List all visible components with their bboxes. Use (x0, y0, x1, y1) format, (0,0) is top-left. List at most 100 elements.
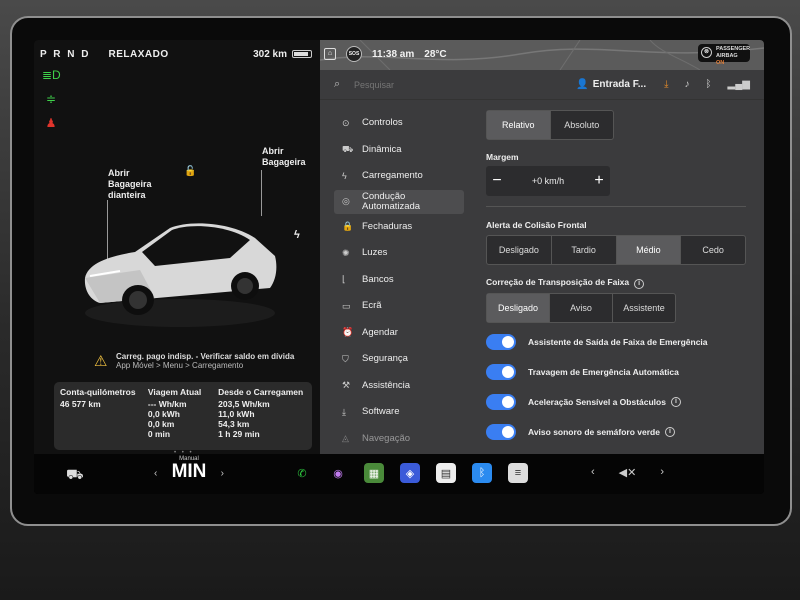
option-médio[interactable]: Médio (616, 236, 682, 264)
current-trip-label: Viagem Atual (147, 387, 202, 397)
search-input[interactable] (354, 79, 494, 90)
bluetooth-icon[interactable]: ᛒ (706, 79, 712, 90)
decrease-button[interactable]: − (486, 172, 508, 190)
sidebar-item-navigation[interactable]: ◬ Navegação (334, 426, 464, 453)
navigation-app-icon[interactable]: ◈ (400, 463, 420, 483)
sidebar-item-download[interactable]: ⤓ Software (334, 399, 464, 426)
option-assistente[interactable]: Assistente (613, 294, 675, 322)
sidebar-item-label: Luzes (362, 247, 388, 259)
lock-icon[interactable]: 🔓 (184, 166, 196, 177)
lane-correction-selector[interactable]: Desligado Aviso Assistente (486, 293, 676, 323)
steering-wheel-icon: ◎ (342, 196, 350, 206)
sidebar-item-sun[interactable]: ✺ Luzes (334, 240, 464, 267)
wrench-icon: ⚒ (342, 380, 351, 391)
headlight-icon: ≣D (42, 68, 61, 82)
option-relativo[interactable]: Relativo (487, 111, 551, 139)
range-readout: 302 km (253, 48, 287, 60)
since-charge-time: 1 h 29 min (218, 429, 260, 439)
info-icon[interactable]: i (664, 427, 675, 437)
airbag-icon: ⊗ (701, 47, 712, 58)
current-trip-energy: 0,0 kWh (147, 409, 180, 419)
settings-nav: ⊙ Controlos ⛟ Dinâmica ϟ Carregamento ◎ Conduçã… (334, 110, 464, 452)
search-icon[interactable]: ⌕ (334, 78, 348, 91)
option-aviso[interactable]: Aviso (550, 294, 613, 322)
current-trip-rate: --- Wh/km (147, 399, 187, 409)
fcw-selector[interactable]: Desligado Tardio Médio Cedo (486, 235, 746, 265)
chevron-right-icon[interactable]: › (221, 468, 224, 479)
toggle-switch[interactable] (486, 334, 516, 350)
toggle-knob (502, 426, 514, 438)
margin-stepper[interactable]: − +0 km/h + (486, 166, 610, 196)
option-tardio[interactable]: Tardio (552, 236, 617, 264)
toggle-knob (502, 336, 514, 348)
battery-icon (292, 50, 312, 58)
toggle-row: Aviso sonoro de semáforo verde i (486, 417, 746, 447)
download-icon[interactable]: ⤓ (664, 79, 668, 90)
option-absoluto[interactable]: Absoluto (551, 111, 614, 139)
current-trip-distance: 0,0 km (147, 419, 175, 429)
sidebar-item-label: Navegação (362, 432, 411, 444)
toggle-list: Assistente de Saída de Faixa de Emergênc… (486, 327, 746, 447)
car-model-image (84, 223, 277, 327)
car-icon[interactable]: ⛟ (66, 466, 84, 485)
download-icon: ⤓ (342, 406, 346, 417)
settings-panel: ⌕ 👤 Entrada F... ⤓ ♪ ᛒ ▂▄▆ ⊙ Controlos ⛟ Di… (320, 70, 764, 454)
sidebar-item-shield[interactable]: ⛉ Segurança (334, 346, 464, 373)
chevron-left-icon[interactable]: ‹ (591, 466, 595, 479)
toybox-app-icon[interactable]: ▦ (364, 463, 384, 483)
warning-icon: ⚠ (94, 353, 108, 370)
since-charge-label: Desde o Carregamen (218, 387, 304, 397)
sidebar-item-toggle[interactable]: ⊙ Controlos (334, 110, 464, 137)
camera-app-icon[interactable]: ◉ (328, 463, 348, 483)
charge-port-icon[interactable]: ϟ (294, 230, 300, 241)
front-trunk-button[interactable]: Abrir Bagageira dianteira (108, 168, 152, 201)
sidebar-item-lock[interactable]: 🔒 Fechaduras (334, 214, 464, 241)
bolt-icon: ϟ (342, 171, 347, 182)
info-icon[interactable]: i (634, 279, 645, 289)
airbag-line1: PASSENGER (716, 46, 751, 52)
bluetooth-app-icon[interactable]: ᛒ (472, 463, 492, 483)
sidebar-item-steering-wheel[interactable]: ◎ Condução Automatizada (334, 189, 464, 214)
bell-icon[interactable]: ♪ (685, 79, 690, 90)
alarm-clock-icon: ⏰ (342, 327, 354, 338)
phone-app-icon[interactable]: ✆ (292, 463, 312, 483)
toggle-switch[interactable] (486, 424, 516, 440)
lock-icon[interactable]: ⌂ (324, 48, 336, 60)
increase-button[interactable]: + (588, 172, 610, 190)
toggle-row: Travagem de Emergência Automática (486, 357, 746, 387)
sidebar-item-alarm-clock[interactable]: ⏰ Agendar (334, 320, 464, 347)
dashcam-app-icon[interactable]: ≡ (508, 463, 528, 483)
toggle-switch[interactable] (486, 394, 516, 410)
lane-correction-label: Correção de Transposição de Faixa (486, 277, 630, 287)
sidebar-item-bolt[interactable]: ϟ Carregamento (334, 163, 464, 190)
sidebar-item-label: Fechaduras (362, 220, 413, 232)
sidebar-item-car[interactable]: ⛟ Dinâmica (334, 137, 464, 164)
sos-icon[interactable]: SOS (346, 46, 362, 62)
calendar-app-icon[interactable]: ▤ (436, 463, 456, 483)
option-desligado[interactable]: Desligado (487, 236, 552, 264)
volume-control[interactable]: ‹ ◀✕ › (591, 466, 664, 479)
profile-button[interactable]: 👤 Entrada F... (576, 79, 646, 90)
trip-card[interactable]: Conta-quilómetros 46 577 km Viagem Atual… (54, 382, 312, 450)
toggle-switch[interactable] (486, 364, 516, 380)
option-desligado[interactable]: Desligado (487, 294, 550, 322)
seat-icon: ⌊ (342, 274, 346, 285)
sidebar-item-seat[interactable]: ⌊ Bancos (334, 267, 464, 294)
chevron-left-icon[interactable]: ‹ (154, 468, 157, 479)
sidebar-item-label: Segurança (362, 353, 408, 365)
volume-mute-icon[interactable]: ◀✕ (619, 466, 637, 479)
info-icon[interactable]: i (670, 397, 681, 407)
chevron-right-icon[interactable]: › (660, 466, 664, 479)
current-trip-column: Viagem Atual --- Wh/km 0,0 kWh 0,0 km 0 … (148, 387, 218, 445)
speed-offset-mode-selector[interactable]: Relativo Absoluto (486, 110, 614, 140)
sidebar-item-display[interactable]: ▭ Ecrã (334, 293, 464, 320)
regen-mode-selector[interactable]: ‹ Manual MIN › (154, 456, 224, 482)
option-cedo[interactable]: Cedo (681, 236, 745, 264)
bottom-dock: ⛟ ‹ Manual MIN › ✆ ◉ ▦ ◈ ▤ ᛒ ≡ ‹ ◀✕ › (34, 454, 764, 494)
charge-alert[interactable]: ⚠ Carreg. pago indisp. - Verificar saldo… (94, 352, 314, 370)
profile-name: Entrada F... (592, 79, 647, 90)
since-charge-distance: 54,3 km (218, 419, 250, 429)
sidebar-item-wrench[interactable]: ⚒ Assistência (334, 373, 464, 400)
rear-trunk-button[interactable]: Abrir Bagageira (262, 146, 306, 168)
outside-temperature: 28°C (424, 48, 447, 60)
